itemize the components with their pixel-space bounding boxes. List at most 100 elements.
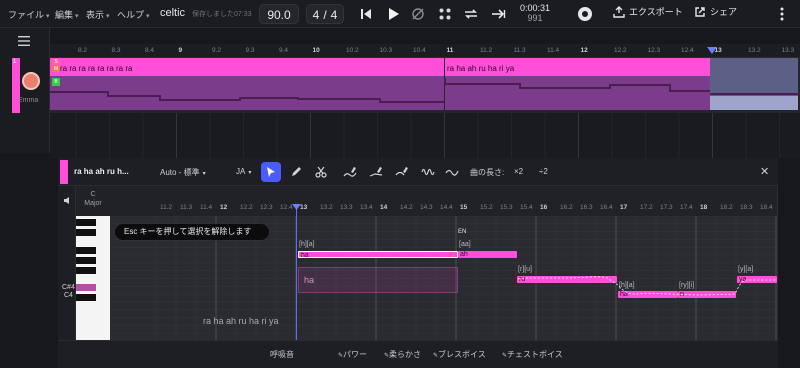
time-sig-separator: / (323, 8, 327, 22)
pitch-curve (517, 276, 776, 296)
ruler-tick-label: 8.3 (111, 47, 121, 54)
singer-name: Emma (18, 97, 39, 104)
ruler-tick-label: 17.2 (640, 204, 653, 211)
project-title: celtic (160, 7, 186, 19)
export-label: エクスポート (629, 7, 683, 17)
softness-tab[interactable]: ✎柔らかさ (384, 349, 421, 360)
ruler-tick-label: 17 (620, 204, 628, 211)
tooltip: Esc キーを押して選択を解除します (114, 223, 270, 241)
black-key[interactable] (76, 294, 96, 301)
editor-ruler[interactable]: 11.2 11.3 11.4 12 12.2 12.3 12.4 13 13.2 13.3 13.4… (110, 204, 778, 216)
ruler-tick-label: 15.3 (500, 204, 513, 211)
ruler-tick-label: 12 (580, 47, 588, 54)
piano-keyboard[interactable] (76, 216, 110, 340)
ruler-tick-label: 14.4 (440, 204, 453, 211)
menu-view[interactable]: 表示 ▾ (86, 8, 110, 21)
share-button[interactable]: シェア (694, 5, 737, 18)
scissors-icon[interactable] (311, 162, 331, 182)
ruler-tick-label: 18.4 (760, 204, 773, 211)
mode-label: Auto - 標準 (160, 168, 200, 177)
breath-tab[interactable]: 呼吸音 (270, 349, 294, 360)
chevron-down-icon: ▾ (75, 13, 79, 20)
double-length-button[interactable]: ×2 (514, 167, 523, 176)
ruler-tick-label: 15 (460, 204, 468, 211)
loop-icon[interactable] (461, 4, 481, 24)
ruler-tick-label: 10.2 (346, 47, 359, 54)
ruler-tick-label: 13.2 (748, 47, 761, 54)
follow-icon[interactable] (488, 4, 508, 24)
ruler-tick-label: 11.3 (180, 204, 193, 211)
ruler-tick-label: 10.3 (379, 47, 393, 54)
export-icon (613, 5, 625, 18)
ruler-tick-label: 17.4 (680, 204, 693, 211)
snap-grid-icon[interactable] (435, 4, 455, 24)
ruler-tick-label: 13.4 (360, 204, 373, 211)
ruler-tick-label: 8.4 (145, 47, 155, 54)
hamburger-menu-icon[interactable] (18, 36, 30, 46)
time-signature-field[interactable]: 4/4 (306, 4, 344, 24)
pitch-draw-icon[interactable] (340, 162, 360, 182)
avatar[interactable] (22, 72, 40, 90)
track-header-column (0, 28, 50, 153)
pen-tool-icon[interactable] (286, 162, 306, 182)
menu-file[interactable]: ファイル ▾ (8, 8, 50, 21)
skip-back-icon[interactable] (356, 4, 376, 24)
pitch-wave-icon[interactable] (442, 162, 462, 182)
lyric-preview: ra ha ah ru ha ri ya (203, 316, 279, 326)
time-value: 0:00:31 (519, 3, 551, 13)
play-icon[interactable] (383, 4, 403, 24)
ruler-tick-label: 12.2 (240, 204, 253, 211)
ruler-tick-label: 11 (446, 47, 454, 54)
black-key[interactable] (76, 257, 96, 264)
time-sig-denominator: 4 (330, 8, 338, 22)
record-icon[interactable] (575, 4, 595, 24)
chest-voice-tab[interactable]: ✎チェストボイス (502, 349, 563, 360)
menu-help-label: ヘルプ (117, 10, 145, 20)
playhead-marker-icon[interactable] (292, 204, 301, 213)
clip-color-strip (60, 160, 68, 184)
pitch-contour (50, 78, 800, 103)
key-label: C (90, 191, 96, 198)
breathy-voice-tab[interactable]: ✎ブレスボイス (433, 349, 486, 360)
power-tab[interactable]: ✎パワー (338, 349, 367, 360)
timeline-ruler[interactable]: 8.2 8.3 8.4 9 9.2 9.3 9.4 10 10.2 10.3 10.4 11 11.2 1… (50, 44, 800, 58)
ruler-tick-label: 16 (540, 204, 548, 211)
half-length-button[interactable]: ÷2 (539, 167, 548, 176)
black-key[interactable] (76, 267, 96, 274)
vibrato-icon[interactable] (418, 162, 438, 182)
playhead-marker-icon[interactable] (707, 47, 717, 54)
ruler-tick-label: 12 (220, 204, 228, 211)
language-select[interactable]: JA ▾ (236, 167, 251, 176)
ruler-tick-label: 13 (300, 204, 308, 211)
ruler-tick-label: 9 (178, 47, 183, 54)
black-key[interactable] (76, 219, 96, 226)
menu-edit-label: 編集 (55, 10, 74, 20)
close-editor-icon[interactable]: ✕ (760, 165, 769, 178)
black-key[interactable] (76, 229, 96, 236)
menu-edit[interactable]: 編集 ▾ (55, 8, 79, 21)
mode-select[interactable]: Auto - 標準 ▾ (160, 167, 206, 178)
ruler-tick-label: 16.4 (600, 204, 613, 211)
more-menu-icon[interactable] (772, 4, 792, 24)
playhead-line[interactable] (296, 204, 297, 340)
note[interactable]: ah (458, 251, 517, 258)
menu-file-label: ファイル (8, 10, 45, 20)
tempo-field[interactable]: 90.0 (259, 4, 299, 24)
black-key[interactable] (76, 247, 96, 254)
menu-help[interactable]: ヘルプ ▾ (117, 8, 150, 21)
select-tool-icon[interactable] (261, 162, 281, 182)
metronome-off-icon[interactable] (408, 4, 428, 24)
time-sig-numerator: 4 (312, 8, 320, 22)
power-label: パワー (343, 350, 368, 359)
ghost-note[interactable] (298, 267, 458, 293)
ruler-tick-label: 15.2 (480, 204, 493, 211)
chevron-down-icon: ▾ (46, 13, 50, 20)
note[interactable]: ha (298, 251, 458, 258)
ruler-tick-label: 14.3 (420, 204, 433, 211)
pitch-line-icon[interactable] (366, 162, 386, 182)
speaker-icon[interactable] (63, 196, 72, 205)
key-selector[interactable]: C Major (76, 190, 110, 208)
pitch-smooth-icon[interactable] (392, 162, 412, 182)
breathy-label: ブレスボイス (438, 350, 486, 359)
export-button[interactable]: エクスポート (613, 5, 683, 18)
